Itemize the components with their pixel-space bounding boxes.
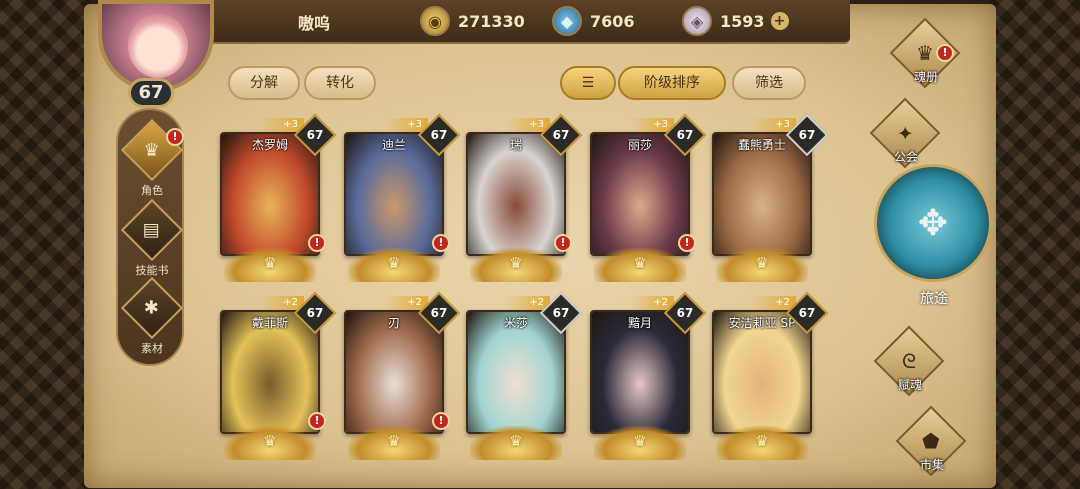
hero-card[interactable]: 刃 +2 67 ♛! (340, 291, 461, 460)
hero-level: 67 (676, 306, 694, 320)
nav-soul-book[interactable]: ♛ 魂册 ! (866, 17, 986, 89)
nav-characters[interactable]: ♛ 角色 ! (118, 118, 186, 198)
hero-alert-icon: ! (432, 234, 450, 252)
crown-icon: ♛ (633, 254, 647, 272)
hero-card[interactable]: 安洁莉亚 SP +2 67 ♛ (708, 291, 829, 460)
sort-order-button[interactable]: ☰ (560, 66, 616, 100)
hero-rank-crest: ♛ (224, 426, 316, 460)
hero-card[interactable]: 戴菲斯 +2 67 ♛! (216, 291, 337, 460)
crown-icon: ♛ (387, 432, 401, 450)
crown-icon: ♛ (387, 254, 401, 272)
gold-coin-icon: ◉ (420, 6, 450, 36)
hero-alert-icon: ! (432, 412, 450, 430)
hero-card[interactable]: 迪兰 +3 67 ♛! (340, 113, 461, 282)
nav-journey-label: 旅途 (920, 291, 948, 307)
hero-alert-icon: ! (308, 412, 326, 430)
nav-journey[interactable]: ✥ 旅途 (872, 164, 996, 307)
hero-level: 67 (798, 128, 816, 142)
nav-infuse-soul[interactable]: ᘓ 赋魂 (850, 325, 970, 397)
hero-alert-icon: ! (554, 234, 572, 252)
white-crystal-icon: ◈ (682, 6, 712, 36)
hero-alert-icon: ! (308, 234, 326, 252)
add-crystal-button[interactable]: + (770, 12, 789, 30)
hero-rank-crest: ♛ (348, 426, 440, 460)
hero-portrait-frame: 蠢熊勇士 (712, 132, 812, 256)
nav-soul-book-label: 魂册 (913, 70, 938, 84)
decompose-button[interactable]: 分解 (228, 66, 300, 100)
nav-materials-label: 素材 (141, 342, 163, 355)
hero-rank-crest: ♛ (716, 248, 808, 282)
nav-skill-books-label: 技能书 (135, 264, 169, 277)
sort-by-tier-button[interactable]: 阶级排序 (618, 66, 726, 100)
journey-icon: ✥ (874, 164, 992, 282)
hero-level: 67 (552, 306, 570, 320)
nav-materials[interactable]: ✱ 素材 (118, 276, 186, 356)
filter-button[interactable]: 筛选 (732, 66, 806, 100)
nav-characters-alert-icon: ! (166, 128, 184, 146)
nav-characters-label: 角色 (141, 184, 163, 197)
left-frame (0, 0, 90, 489)
hero-card[interactable]: 蠢熊勇士 +3 67 ♛ (708, 113, 829, 282)
nav-guild-label: 公会 (893, 150, 918, 164)
hero-rank-crest: ♛ (470, 426, 562, 460)
hero-portrait-frame: 黯月 (590, 310, 690, 434)
hero-portrait-frame: 瑞 (466, 132, 566, 256)
hero-rank-crest: ♛ (224, 248, 316, 282)
hero-level: 67 (798, 306, 816, 320)
avatar-portrait (128, 14, 188, 78)
player-level-badge: 67 (128, 78, 174, 108)
hero-alert-icon: ! (678, 234, 696, 252)
hero-card[interactable]: 黯月 +2 67 ♛ (586, 291, 707, 460)
hero-portrait-frame: 戴菲斯 (220, 310, 320, 434)
blue-crystal-icon: ◆ (552, 6, 582, 36)
hero-portrait-frame: 安洁莉亚 SP (712, 310, 812, 434)
hero-card[interactable]: 米莎 +2 67 ♛ (462, 291, 583, 460)
nav-market[interactable]: ⬟ 市集 (872, 405, 992, 477)
hero-level: 67 (430, 128, 448, 142)
gold-resource: ◉ 271330 (420, 6, 525, 36)
hero-level: 67 (552, 128, 570, 142)
hero-rank-crest: ♛ (594, 426, 686, 460)
nav-market-label: 市集 (919, 458, 944, 472)
hero-level: 67 (430, 306, 448, 320)
sort-lines-icon: ☰ (581, 75, 595, 91)
right-frame (990, 0, 1080, 489)
crown-icon: ♛ (755, 254, 769, 272)
hero-portrait-frame: 刃 (344, 310, 444, 434)
hero-rank-crest: ♛ (348, 248, 440, 282)
player-name: 嗷呜 (298, 14, 331, 33)
crown-icon: ♛ (509, 254, 523, 272)
nav-infuse-soul-label: 赋魂 (897, 378, 922, 392)
hero-level: 67 (676, 128, 694, 142)
hero-portrait-frame: 迪兰 (344, 132, 444, 256)
hero-portrait-frame: 杰罗姆 (220, 132, 320, 256)
blue-crystal-value: 7606 (590, 11, 635, 31)
crown-icon: ♛ (263, 254, 277, 272)
hero-card[interactable]: 瑞 +3 67 ♛! (462, 113, 583, 282)
crown-icon: ♛ (633, 432, 647, 450)
hero-rank-crest: ♛ (594, 248, 686, 282)
crown-icon: ♛ (263, 432, 277, 450)
hero-card[interactable]: 杰罗姆 +3 67 ♛! (216, 113, 337, 282)
hero-rank-crest: ♛ (470, 248, 562, 282)
hero-level: 67 (306, 128, 324, 142)
hero-portrait-frame: 丽莎 (590, 132, 690, 256)
left-nav: ♛ 角色 ! ▤ 技能书 ✱ 素材 (116, 108, 184, 366)
crown-icon: ♛ (509, 432, 523, 450)
nav-skill-books[interactable]: ▤ 技能书 (118, 198, 186, 278)
white-crystal-value: 1593 (720, 11, 765, 31)
crown-icon: ♛ (755, 432, 769, 450)
gold-value: 271330 (458, 11, 525, 31)
hero-portrait-frame: 米莎 (466, 310, 566, 434)
skill-book-icon: ▤ (120, 198, 184, 262)
white-crystal-resource: ◈ 1593 + (682, 6, 789, 36)
nav-guild[interactable]: ✦ 公会 (846, 97, 966, 169)
blue-crystal-resource: ◆ 7606 (552, 6, 635, 36)
nav-soul-book-alert-icon: ! (936, 44, 954, 62)
material-icon: ✱ (120, 276, 184, 340)
hero-rank-crest: ♛ (716, 426, 808, 460)
convert-button[interactable]: 转化 (304, 66, 376, 100)
hero-card[interactable]: 丽莎 +3 67 ♛! (586, 113, 707, 282)
hero-level: 67 (306, 306, 324, 320)
